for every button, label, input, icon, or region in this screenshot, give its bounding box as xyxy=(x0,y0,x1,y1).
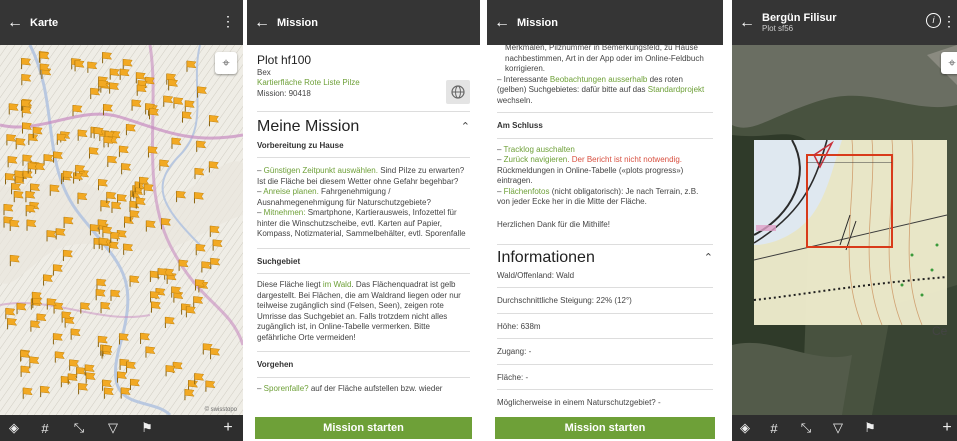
procedure-heading: Vorgehen xyxy=(257,360,294,369)
end-item: – Tracklog auschalten xyxy=(497,144,575,154)
proc-item: – Sporenfalle? auf der Fläche aufstellen… xyxy=(257,383,443,393)
arrow-left-icon[interactable]: ← xyxy=(487,0,517,45)
map-attribution: © swisstopo xyxy=(204,407,237,413)
standard-project-link[interactable]: Standardprojekt xyxy=(648,85,704,94)
flag-play-icon[interactable]: ⚑ xyxy=(130,420,164,436)
prep-item: – Anreise planen. Fahrgenehmigung / Ausn… xyxy=(257,187,431,207)
info-row: Durchschnittliche Steigung: 22% (12°) xyxy=(497,296,632,305)
section-header-info[interactable]: Informationen ⌃ xyxy=(497,249,713,266)
mission-screen-bottom: ← Mission Merkmalen, Pilznummer in Bemer… xyxy=(487,0,723,441)
topo-map[interactable] xyxy=(0,44,243,417)
chevron-up-icon[interactable]: ⌃ xyxy=(461,122,470,133)
prep-link[interactable]: Günstigen Zeitpunkt auswählen. xyxy=(264,166,378,175)
page-subtitle: Plot sf56 xyxy=(762,24,794,33)
plot-location: Bex xyxy=(257,67,271,77)
mission-screen-top: ← Mission Plot hf100 Bex Kartierfläche R… xyxy=(247,0,480,441)
search-heading: Suchgebiet xyxy=(257,256,301,266)
start-mission-button[interactable]: Mission starten xyxy=(255,417,472,439)
layers-icon[interactable]: ◈ xyxy=(0,420,28,436)
section-header-mission[interactable]: Meine Mission ⌃ xyxy=(257,118,470,135)
mission-id: Mission: 90418 xyxy=(257,88,311,98)
end-link[interactable]: Flächenfotos xyxy=(504,187,550,196)
prep-item: – Mitnehmen: Smartphone, Kartierausweis,… xyxy=(257,208,466,238)
start-mission-button[interactable]: Mission starten xyxy=(495,417,715,439)
forest-link[interactable]: im Wald xyxy=(323,280,352,289)
end-item: – Flächenfotos (nicht obligatorisch): Je… xyxy=(497,186,699,207)
obs-item: – Interessante Beobachtungen ausserhalb … xyxy=(497,74,705,105)
prep-link[interactable]: Anreise planen. xyxy=(263,187,319,196)
map-canvas xyxy=(0,44,243,417)
arrow-left-icon[interactable]: ← xyxy=(0,0,30,45)
plot-name: Plot hf100 xyxy=(257,53,312,67)
title-block: Bergün Filisur Plot sf56 xyxy=(762,12,837,33)
crosshair-icon[interactable]: ⌖ xyxy=(941,52,957,74)
app-bar: ← Karte ⋮ xyxy=(0,0,243,45)
info-row: Möglicherweise in einem Naturschutzgebie… xyxy=(497,398,661,407)
mission-content[interactable]: Merkmalen, Pilznummer in Bemerkungsfeld,… xyxy=(487,45,723,417)
prep-item: – Günstigen Zeitpunkt auswählen. Sind Pi… xyxy=(257,166,465,186)
crosshair-icon[interactable]: ⌖ xyxy=(215,52,237,74)
grid-icon[interactable]: # xyxy=(28,421,62,436)
end-heading: Am Schluss xyxy=(497,121,543,130)
info-row: Zugang: - xyxy=(497,347,532,356)
map-label: Ce xyxy=(932,324,948,338)
kebab-menu-icon[interactable]: ⋮ xyxy=(221,14,235,28)
collapse-arrows-icon[interactable]: ⤡ xyxy=(790,420,822,436)
prep-link[interactable]: Mitnehmen: xyxy=(264,208,306,217)
collapse-arrows-icon[interactable]: ⤡ xyxy=(62,420,96,436)
app-bar: ← Mission xyxy=(247,0,480,45)
filter-icon[interactable]: ▽ xyxy=(96,420,130,436)
info-row: Fläche: - xyxy=(497,372,529,382)
page-title: Karte xyxy=(30,16,59,29)
info-row: Wald/Offenland: Wald xyxy=(497,270,575,280)
section-title: Meine Mission xyxy=(257,118,360,135)
page-title: Mission xyxy=(277,16,318,29)
chevron-up-icon[interactable]: ⌃ xyxy=(704,253,713,264)
app-bar: ← Mission xyxy=(487,0,723,45)
proc-link[interactable]: Sporenfalle? xyxy=(264,384,309,393)
end-item: – Zurück navigieren. Der Bericht ist nic… xyxy=(497,155,684,185)
arrow-left-icon[interactable]: ← xyxy=(732,0,762,45)
thanks-text: Herzlichen Dank für die Mithilfe! xyxy=(497,219,610,229)
satellite-map[interactable]: Ce xyxy=(732,45,957,415)
page-title: Mission xyxy=(517,16,558,29)
end-link[interactable]: Zurück navigieren xyxy=(504,155,568,164)
end-link[interactable]: Tracklog auschalten xyxy=(504,145,575,154)
obs-link[interactable]: Beobachtungen ausserhalb xyxy=(550,75,647,84)
arrow-left-icon[interactable]: ← xyxy=(247,0,277,45)
filter-icon[interactable]: ▽ xyxy=(822,420,854,436)
info-row: Höhe: 638m xyxy=(497,321,541,331)
app-bar: ← Bergün Filisur Plot sf56 i ⋮ xyxy=(732,0,957,45)
page-title: Bergün Filisur xyxy=(762,12,837,24)
map-toolbar: ◈ # ⤡ ▽ ⚑ + xyxy=(732,415,957,441)
map-toolbar: ◈ # ⤡ ▽ ⚑ + xyxy=(0,415,243,441)
plus-icon[interactable]: + xyxy=(937,419,957,437)
layers-icon[interactable]: ◈ xyxy=(732,420,758,436)
plus-icon[interactable]: + xyxy=(213,419,243,437)
globe-icon[interactable] xyxy=(446,80,470,104)
map-screen: ← Karte ⋮ ⌖ © swisstopo ◈ # ⤡ ▽ ⚑ + xyxy=(0,0,243,441)
top-text: Merkmalen, Pilznummer in Bemerkungsfeld,… xyxy=(505,45,704,73)
swisstopo-overlay xyxy=(753,139,948,326)
grid-icon[interactable]: # xyxy=(758,421,790,436)
section-title: Informationen xyxy=(497,249,595,266)
search-text: Diese Fläche liegt im Wald. Das Flächenq… xyxy=(257,280,461,342)
kebab-menu-icon[interactable]: ⋮ xyxy=(942,14,956,28)
plot-map-canvas: Ce xyxy=(732,45,957,415)
category-link[interactable]: Kartierfläche Rote Liste Pilze xyxy=(257,78,470,89)
flag-play-icon[interactable]: ⚑ xyxy=(854,420,886,436)
prep-heading: Vorbereitung zu Hause xyxy=(257,140,344,150)
info-icon[interactable]: i xyxy=(926,13,941,28)
plot-map-screen: Ce ← Bergün Filisur Plot sf56 i ⋮ ⌖ ◈ # … xyxy=(732,0,957,441)
